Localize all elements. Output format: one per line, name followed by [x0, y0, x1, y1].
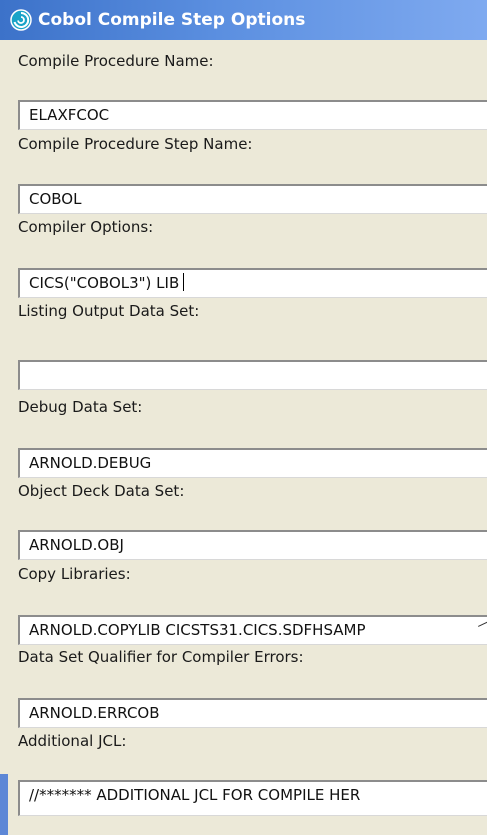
- copy-libraries-label: Copy Libraries:: [18, 565, 131, 583]
- copy-libraries-value: ARNOLD.COPYLIB CICSTS31.CICS.SDFHSAMP: [29, 621, 366, 639]
- dialog-title: Cobol Compile Step Options: [38, 10, 306, 30]
- object-deck-data-set-input[interactable]: ARNOLD.OBJ: [18, 530, 487, 560]
- compile-procedure-name-input[interactable]: ELAXFCOC: [18, 100, 487, 130]
- debug-data-set-input[interactable]: ARNOLD.DEBUG: [18, 448, 487, 478]
- debug-data-set-label: Debug Data Set:: [18, 398, 143, 416]
- additional-jcl-textarea[interactable]: //******* ADDITIONAL JCL FOR COMPILE HER: [18, 780, 487, 816]
- title-bar: Cobol Compile Step Options: [0, 0, 487, 40]
- background-panel-edge: [0, 774, 8, 835]
- compiler-options-label: Compiler Options:: [18, 218, 154, 236]
- compiler-options-value: CICS("COBOL3") LIB: [29, 274, 180, 292]
- compile-procedure-step-name-input[interactable]: COBOL: [18, 184, 487, 214]
- compiler-options-input[interactable]: CICS("COBOL3") LIB: [18, 268, 487, 298]
- listing-output-data-set-input[interactable]: [18, 360, 487, 390]
- compiler-errors-qualifier-value: ARNOLD.ERRCOB: [29, 704, 160, 722]
- additional-jcl-label: Additional JCL:: [18, 732, 127, 750]
- object-deck-data-set-value: ARNOLD.OBJ: [29, 536, 124, 554]
- text-caret: [183, 273, 185, 291]
- compiler-errors-qualifier-label: Data Set Qualifier for Compiler Errors:: [18, 648, 304, 666]
- compile-options-dialog: Cobol Compile Step Options Compile Proce…: [0, 0, 487, 835]
- compile-procedure-name-value: ELAXFCOC: [29, 106, 110, 124]
- compiler-errors-qualifier-input[interactable]: ARNOLD.ERRCOB: [18, 698, 487, 728]
- additional-jcl-value: //******* ADDITIONAL JCL FOR COMPILE HER: [29, 786, 361, 804]
- compile-procedure-name-label: Compile Procedure Name:: [18, 52, 214, 70]
- object-deck-data-set-label: Object Deck Data Set:: [18, 482, 185, 500]
- compile-procedure-step-name-value: COBOL: [29, 190, 82, 208]
- debug-data-set-value: ARNOLD.DEBUG: [29, 454, 152, 472]
- copy-libraries-input[interactable]: ARNOLD.COPYLIB CICSTS31.CICS.SDFHSAMP: [18, 615, 487, 645]
- swirl-app-icon: [10, 9, 32, 31]
- listing-output-data-set-label: Listing Output Data Set:: [18, 302, 200, 320]
- compile-procedure-step-name-label: Compile Procedure Step Name:: [18, 135, 253, 153]
